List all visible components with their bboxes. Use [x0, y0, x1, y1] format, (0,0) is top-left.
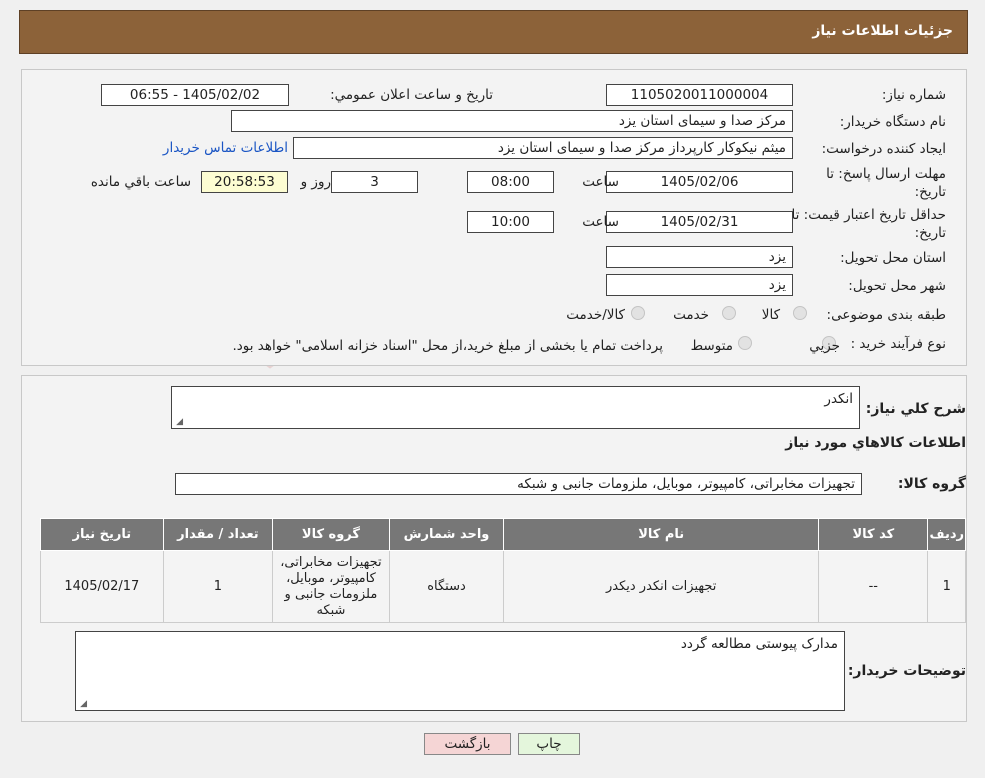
remaining-time-label: ساعت باقي مانده — [90, 174, 191, 190]
deadline-date-field[interactable]: 1405/02/06 — [606, 171, 793, 193]
validity-date-field[interactable]: 1405/02/31 — [606, 211, 793, 233]
col-quantity: تعداد / مقدار — [162, 518, 274, 551]
delivery-city-field[interactable]: یزد — [606, 274, 793, 296]
need-number-field[interactable]: 1105020011000004 — [606, 84, 793, 106]
general-description-field[interactable]: انکدر ◢ — [171, 386, 860, 429]
print-button[interactable]: چاپ — [518, 733, 580, 755]
requester-label: ایجاد کننده درخواست: — [821, 141, 946, 157]
cell-unit: دستگاه — [388, 550, 505, 623]
goods-group-field[interactable]: تجهیزات مخابراتی، کامپیوتر، موبایل، ملزو… — [175, 473, 862, 495]
buyer-notes-text: مدارک پیوستی مطالعه گردد — [680, 636, 838, 652]
delivery-city-label: شهر محل تحويل: — [848, 278, 946, 294]
col-goods-group: گروه کالا — [272, 518, 390, 551]
need-details-panel: شرح کلي نياز: انکدر ◢ اطلاعات کالاهاي مو… — [21, 375, 967, 722]
need-info-panel: شماره نیاز: 1105020011000004 تاریخ و ساع… — [21, 69, 967, 366]
category-goods-radio[interactable] — [793, 306, 807, 320]
cell-quantity: 1 — [162, 550, 274, 623]
cell-goods-group: تجهیزات مخابراتی، کامپیوتر، موبایل، ملزو… — [272, 550, 390, 623]
page-title: جزئیات اطلاعات نیاز — [812, 23, 953, 39]
col-goods-name: نام کالا — [503, 518, 820, 551]
need-number-label: شماره نیاز: — [881, 87, 946, 103]
buyer-notes-label: توضيحات خريدار: — [847, 663, 966, 679]
goods-info-title: اطلاعات کالاهاي مورد نياز — [785, 435, 966, 451]
cell-goods-name: تجهیزات انکدر دیکدر — [503, 550, 820, 623]
category-goods-service-label: کالا/خدمت — [566, 307, 625, 323]
cell-row-number: 1 — [927, 550, 966, 623]
deadline-time-field[interactable]: 08:00 — [467, 171, 554, 193]
delivery-province-field[interactable]: یزد — [606, 246, 793, 268]
cell-goods-code: -- — [818, 550, 929, 623]
goods-table-header-row: رديف کد کالا نام کالا واحد شمارش گروه کا… — [40, 518, 966, 551]
process-payment-note: پرداخت تمام یا بخشی از مبلغ خرید،از محل … — [232, 338, 663, 354]
general-description-text: انکدر — [824, 391, 853, 407]
deadline-label: مهلت ارسال پاسخ: تا تاریخ: — [826, 166, 946, 200]
purchase-process-label: نوع فرآیند خرید : — [850, 336, 946, 352]
validity-time-label: ساعت — [582, 214, 619, 230]
cell-need-date: 1405/02/17 — [40, 550, 164, 623]
col-goods-code: کد کالا — [818, 518, 929, 551]
process-minor-label: جزيي — [809, 338, 840, 354]
resize-grip-icon[interactable]: ◢ — [174, 418, 183, 427]
buyer-contact-link[interactable]: اطلاعات تماس خریدار — [163, 140, 288, 156]
delivery-province-label: استان محل تحويل: — [840, 250, 946, 266]
buyer-notes-field[interactable]: مدارک پیوستی مطالعه گردد ◢ — [75, 631, 845, 711]
buyer-org-label: نام دستگاه خریدار: — [839, 114, 946, 130]
col-unit: واحد شمارش — [388, 518, 505, 551]
resize-grip-icon[interactable]: ◢ — [78, 700, 87, 709]
requester-field[interactable]: میثم نیکوکار کارپرداز مرکز صدا و سیمای ا… — [293, 137, 793, 159]
page-header: جزئیات اطلاعات نیاز — [19, 10, 968, 54]
price-validity-label: حداقل تاريخ اعتبار قيمت: تا تاريخ: — [791, 207, 946, 241]
category-goods-label: کالا — [761, 307, 780, 323]
category-service-radio[interactable] — [722, 306, 736, 320]
buyer-org-field[interactable]: مرکز صدا و سیمای استان یزد — [231, 110, 793, 132]
category-service-label: خدمت — [673, 307, 709, 323]
goods-group-label: گروه کالا: — [897, 476, 966, 492]
category-label: طبقه بندی موضوعی: — [826, 307, 946, 323]
remaining-days-field[interactable]: 3 — [331, 171, 418, 193]
general-description-label: شرح کلي نياز: — [865, 401, 966, 417]
col-row-number: رديف — [927, 518, 966, 551]
announce-datetime-field[interactable]: 1405/02/02 - 06:55 — [101, 84, 289, 106]
process-medium-radio[interactable] — [738, 336, 752, 350]
announce-datetime-label: تاریخ و ساعت اعلان عمومي: — [330, 87, 493, 103]
table-row: 1 -- تجهیزات انکدر دیکدر دستگاه تجهیزات … — [40, 550, 966, 623]
goods-table: رديف کد کالا نام کالا واحد شمارش گروه کا… — [40, 518, 966, 623]
process-medium-label: متوسط — [690, 338, 733, 354]
col-need-date: تاريخ نياز — [40, 518, 164, 551]
deadline-time-label: ساعت — [582, 174, 619, 190]
category-goods-service-radio[interactable] — [631, 306, 645, 320]
days-label: روز و — [300, 174, 331, 190]
validity-time-field[interactable]: 10:00 — [467, 211, 554, 233]
remaining-time-field[interactable]: 20:58:53 — [201, 171, 288, 193]
back-button[interactable]: بازگشت — [424, 733, 511, 755]
